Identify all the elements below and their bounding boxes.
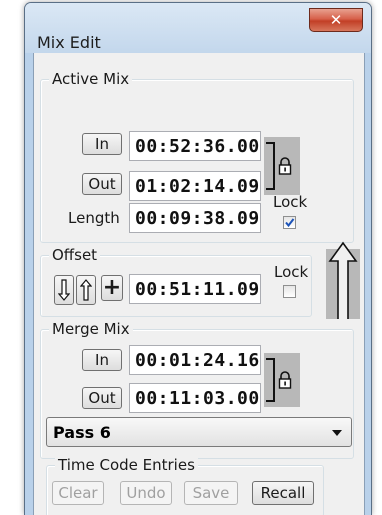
padlock-icon — [278, 157, 292, 180]
merge-in-label: In — [95, 351, 109, 369]
undo-label: Undo — [126, 484, 166, 502]
plus-icon: + — [102, 275, 122, 300]
save-button[interactable]: Save — [184, 481, 238, 505]
padlock-icon — [278, 371, 292, 394]
active-in-button[interactable]: In — [82, 133, 122, 155]
active-lock-panel — [264, 137, 300, 195]
merge-in-field[interactable]: 00:01:24.16 — [129, 345, 261, 375]
active-out-field[interactable]: 01:02:14.09 — [129, 171, 261, 201]
save-label: Save — [192, 484, 230, 502]
active-lock-label: Lock — [273, 193, 308, 211]
long-arrow-up-icon — [326, 241, 360, 319]
merge-out-button[interactable]: Out — [82, 387, 122, 409]
merge-mix-title: Merge Mix — [49, 320, 133, 338]
length-label: Length — [68, 209, 120, 227]
active-mix-title: Active Mix — [49, 70, 133, 88]
active-out-label: Out — [88, 175, 116, 193]
mix-edit-window: Mix Edit ✕ Active Mix In 00:52:36.00 Out… — [24, 2, 372, 515]
merge-out-label: Out — [88, 389, 116, 407]
time-code-entries-title: Time Code Entries — [55, 456, 198, 474]
active-lock-checkbox[interactable] — [283, 216, 296, 229]
merge-in-button[interactable]: In — [82, 349, 122, 371]
offset-lock-checkbox[interactable] — [283, 285, 296, 298]
title-bar[interactable]: Mix Edit ✕ — [25, 3, 371, 53]
merge-lock-panel — [264, 353, 300, 407]
offset-down-button[interactable] — [54, 275, 74, 305]
merge-out-field[interactable]: 00:11:03.00 — [129, 383, 261, 413]
window-client-area: Active Mix In 00:52:36.00 Out 01:02:14.0… — [33, 53, 365, 515]
active-in-label: In — [95, 135, 109, 153]
length-field[interactable]: 00:09:38.09 — [129, 203, 261, 233]
window-title: Mix Edit — [37, 33, 101, 52]
dropdown-arrow-icon — [332, 430, 342, 436]
offset-field[interactable]: 00:51:11.09 — [129, 274, 261, 304]
clear-label: Clear — [58, 484, 98, 502]
undo-button[interactable]: Undo — [120, 481, 172, 505]
arrow-down-icon — [58, 279, 70, 301]
active-in-field[interactable]: 00:52:36.00 — [129, 131, 261, 161]
offset-up-button[interactable] — [76, 275, 96, 305]
recall-button[interactable]: Recall — [252, 481, 314, 505]
active-out-button[interactable]: Out — [82, 173, 122, 195]
close-icon: ✕ — [329, 11, 343, 29]
checkmark-icon — [285, 218, 295, 228]
arrow-up-icon — [80, 279, 92, 301]
transfer-up-arrow[interactable] — [326, 239, 360, 319]
clear-button[interactable]: Clear — [52, 481, 104, 505]
offset-lock-label: Lock — [274, 263, 309, 281]
pass-select-value: Pass 6 — [53, 422, 111, 442]
offset-title: Offset — [49, 246, 101, 264]
recall-label: Recall — [260, 484, 306, 502]
pass-select[interactable]: Pass 6 — [46, 417, 352, 447]
close-button[interactable]: ✕ — [309, 8, 363, 32]
offset-add-button[interactable]: + — [101, 275, 123, 301]
